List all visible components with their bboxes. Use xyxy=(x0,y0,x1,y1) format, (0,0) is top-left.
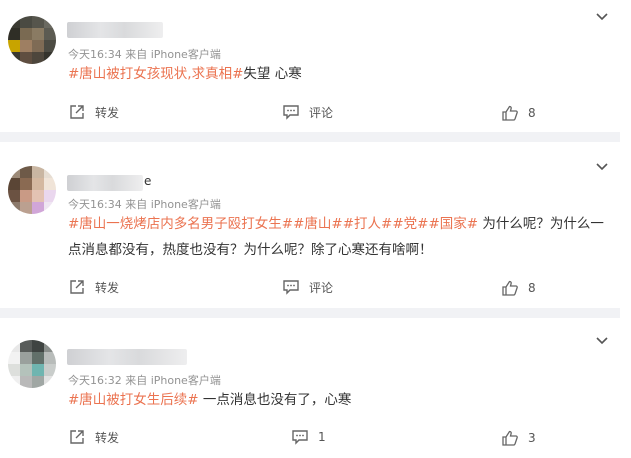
comment-label: 评论 xyxy=(309,280,334,295)
thumbs-up-icon xyxy=(502,280,518,296)
comment-button[interactable]: 评论 xyxy=(282,278,333,296)
chevron-down-icon[interactable] xyxy=(595,12,609,22)
username-blurred[interactable] xyxy=(67,22,163,38)
comment-icon xyxy=(292,430,308,445)
comment-icon xyxy=(283,105,299,120)
like-count: 8 xyxy=(528,106,536,120)
like-count: 3 xyxy=(528,431,536,445)
comment-body: 一点消息也没有了，心寒 xyxy=(198,392,352,408)
comment-feed: 今天16:34 来自 iPhone客户端 #唐山被打女孩现状,求真相#失望 心寒… xyxy=(0,0,631,458)
avatar[interactable] xyxy=(8,340,56,388)
repost-icon xyxy=(70,105,84,119)
comment-button[interactable]: 1 xyxy=(291,428,326,446)
avatar[interactable] xyxy=(8,166,56,214)
hashtag-link[interactable]: #唐山# xyxy=(293,216,343,232)
comment-text: #唐山一烧烤店内多名男子殴打女生##唐山##打人##党##国家# 为什么呢？为什… xyxy=(68,211,608,263)
hashtag-link[interactable]: #国家# xyxy=(429,216,479,232)
hashtag-link[interactable]: #打人# xyxy=(343,216,393,232)
divider xyxy=(0,132,620,142)
comment-text: #唐山被打女生后续# 一点消息也没有了，心寒 xyxy=(68,387,608,413)
divider xyxy=(0,308,620,318)
repost-button[interactable]: 转发 xyxy=(68,278,119,296)
post-meta: 今天16:34 来自 iPhone客户端 xyxy=(68,48,221,61)
repost-label: 转发 xyxy=(95,430,120,445)
like-button[interactable]: 8 xyxy=(501,279,536,297)
hashtag-link[interactable]: #唐山被打女孩现状,求真相# xyxy=(68,66,243,82)
thumbs-up-icon xyxy=(502,430,518,446)
username-blurred[interactable] xyxy=(67,349,187,365)
comment-count: 1 xyxy=(318,430,326,444)
thumbs-up-icon xyxy=(502,105,518,121)
comment-button[interactable]: 评论 xyxy=(282,103,333,121)
hashtag-link[interactable]: #党# xyxy=(392,216,428,232)
repost-icon xyxy=(70,280,84,294)
comment-label: 评论 xyxy=(309,105,334,120)
repost-label: 转发 xyxy=(95,105,120,120)
repost-icon xyxy=(70,430,84,444)
comment-icon xyxy=(283,280,299,295)
post-meta: 今天16:32 来自 iPhone客户端 xyxy=(68,374,221,387)
repost-button[interactable]: 转发 xyxy=(68,428,119,446)
username-blurred[interactable] xyxy=(67,175,143,191)
post-meta: 今天16:34 来自 iPhone客户端 xyxy=(68,198,221,211)
chevron-down-icon[interactable] xyxy=(595,336,609,346)
hashtag-link[interactable]: #唐山一烧烤店内多名男子殴打女生# xyxy=(68,216,293,232)
repost-label: 转发 xyxy=(95,280,120,295)
avatar[interactable] xyxy=(8,16,56,64)
username-suffix: e xyxy=(144,174,152,188)
like-count: 8 xyxy=(528,281,536,295)
repost-button[interactable]: 转发 xyxy=(68,103,119,121)
comment-text: #唐山被打女孩现状,求真相#失望 心寒 xyxy=(68,61,608,87)
comment-body: 失望 心寒 xyxy=(243,66,302,82)
chevron-down-icon[interactable] xyxy=(595,162,609,172)
like-button[interactable]: 8 xyxy=(501,104,536,122)
hashtag-link[interactable]: #唐山被打女生后续# xyxy=(68,392,199,408)
like-button[interactable]: 3 xyxy=(501,429,536,447)
